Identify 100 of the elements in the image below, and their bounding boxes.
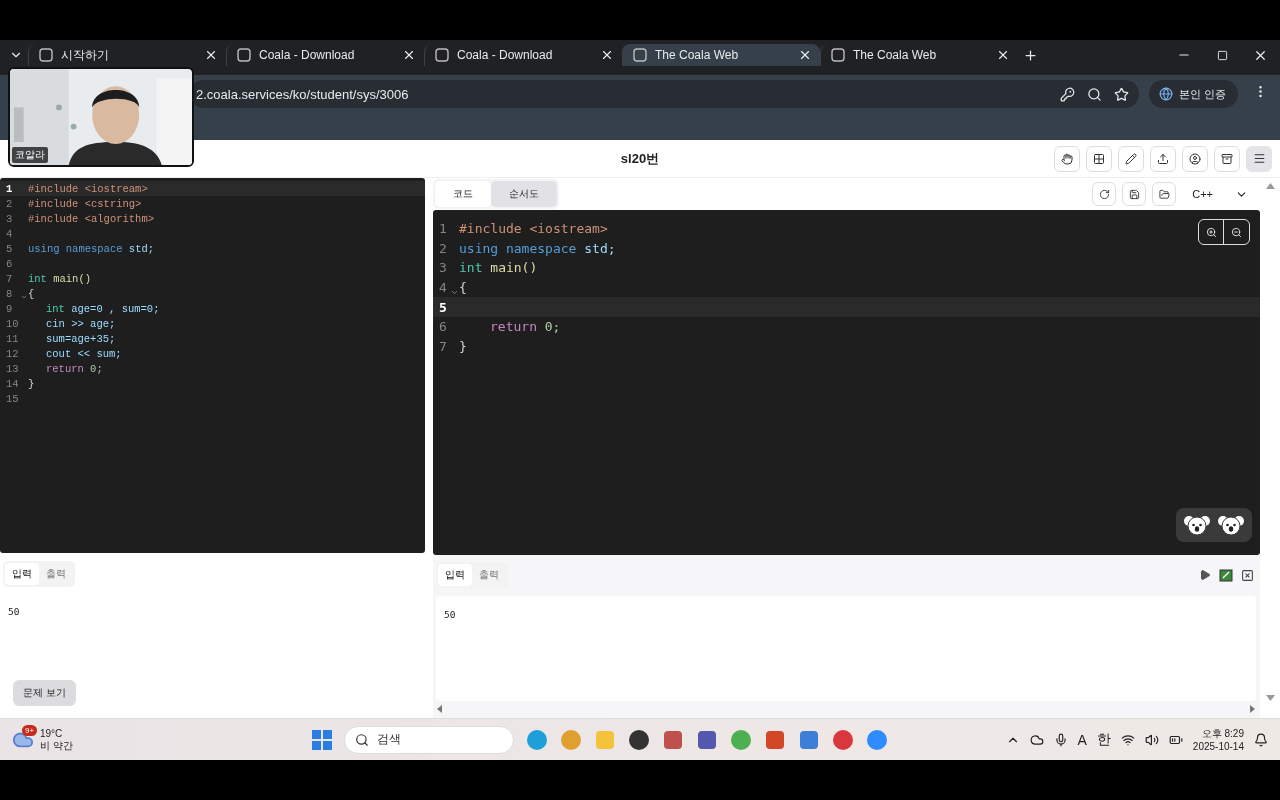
io-tab[interactable]: 입력 — [5, 563, 39, 585]
globe-icon — [1158, 87, 1173, 101]
cloud-icon[interactable] — [1029, 732, 1044, 747]
line-number: 4 — [5, 227, 14, 240]
bell-icon[interactable] — [1254, 732, 1268, 747]
view-tab[interactable]: 순서도 — [491, 181, 557, 207]
menu-button[interactable] — [1246, 145, 1272, 172]
line-number: 5 — [438, 299, 448, 315]
tab-favicon-icon — [237, 48, 251, 62]
archive-icon[interactable] — [1221, 152, 1233, 165]
line-number: 12 — [5, 347, 20, 360]
line-number: 6 — [438, 319, 448, 335]
line-number: 13 — [5, 362, 20, 375]
zoom-out-icon[interactable] — [1231, 226, 1242, 238]
browser-tab[interactable]: 시작하기 — [28, 44, 226, 66]
weather-text: 비 약간 — [40, 739, 73, 752]
language-indicator[interactable]: 한 — [1096, 730, 1111, 749]
search-icon[interactable] — [355, 732, 369, 747]
io-tab[interactable]: 입력 — [438, 564, 472, 586]
koala-icon[interactable] — [1218, 514, 1244, 536]
fold-chevron-icon[interactable] — [20, 293, 28, 301]
code-line: #include <cstring> — [28, 197, 142, 210]
close-icon[interactable] — [996, 48, 1010, 62]
line-number: 1 — [5, 182, 14, 195]
view-problem-button[interactable]: 문제 보기 — [13, 680, 76, 706]
close-icon[interactable] — [600, 48, 614, 62]
line-number: 2 — [5, 197, 14, 210]
hand-button[interactable] — [1054, 145, 1080, 172]
mic-icon[interactable] — [1053, 732, 1068, 747]
upload-icon[interactable] — [1157, 152, 1169, 165]
page-title: sl20번 — [620, 149, 660, 168]
reset-icon[interactable] — [1098, 188, 1110, 200]
code-line: using namespace std; — [459, 240, 616, 256]
language-select[interactable]: C++ — [1182, 187, 1254, 201]
koala-icon[interactable] — [1184, 514, 1210, 536]
clock-date[interactable]: 2025-10-14 — [1192, 739, 1244, 753]
save-icon[interactable] — [1128, 188, 1140, 200]
line-number: 8 — [5, 287, 14, 300]
app-icon[interactable] — [696, 728, 718, 751]
code-line: { — [28, 287, 35, 300]
scroll-left-icon[interactable] — [436, 705, 444, 713]
tab-favicon-icon — [831, 48, 845, 62]
hand-icon[interactable] — [1061, 152, 1073, 165]
play-icon[interactable] — [1199, 569, 1211, 581]
maximize-icon[interactable] — [1216, 49, 1228, 61]
close-icon[interactable] — [204, 48, 218, 62]
browser-tab[interactable]: The Coala Web — [622, 44, 820, 66]
line-number: 4 — [438, 280, 448, 296]
scroll-right-icon[interactable] — [1248, 705, 1256, 713]
browser-tab[interactable]: The Coala Web — [820, 44, 1018, 66]
code-line: #include <iostream> — [459, 221, 608, 237]
webcam-caption: 코알라 — [12, 147, 48, 163]
menu-icon[interactable] — [1252, 152, 1266, 165]
volume-icon[interactable] — [1144, 732, 1159, 747]
scroll-up-icon[interactable] — [1265, 182, 1275, 190]
app-icon[interactable] — [628, 728, 650, 751]
user-button[interactable] — [1182, 145, 1208, 172]
scroll-down-icon[interactable] — [1265, 694, 1275, 702]
pencil-button[interactable] — [1118, 145, 1144, 172]
code-line: return 0; — [490, 319, 561, 335]
reset-button[interactable] — [1092, 182, 1117, 206]
line-number: 7 — [5, 272, 14, 285]
start-icon[interactable] — [312, 729, 332, 750]
input-field[interactable]: 50 — [436, 596, 1256, 701]
io-tab[interactable]: 출력 — [39, 563, 73, 585]
export-icon[interactable] — [1219, 568, 1233, 582]
wifi-icon[interactable] — [1120, 732, 1135, 747]
grid-button[interactable] — [1086, 145, 1112, 172]
line-number: 6 — [5, 257, 14, 270]
folder-icon[interactable] — [1158, 188, 1170, 200]
star-icon[interactable] — [1113, 86, 1129, 102]
upload-button[interactable] — [1150, 145, 1176, 172]
save-button[interactable] — [1122, 182, 1147, 206]
grid-icon[interactable] — [1093, 152, 1105, 165]
zoom-in-icon[interactable] — [1205, 226, 1217, 238]
folder-button[interactable] — [1152, 182, 1177, 206]
code-line: cin >> age; — [46, 317, 116, 330]
clock-time[interactable]: 오후 8:29 — [1201, 726, 1244, 740]
browser-tab[interactable]: Coala - Download — [226, 44, 424, 66]
user-icon[interactable] — [1189, 152, 1201, 165]
line-number: 10 — [5, 317, 20, 330]
clear-icon[interactable] — [1241, 568, 1254, 582]
key-icon[interactable] — [1059, 86, 1075, 102]
close-icon[interactable] — [402, 48, 416, 62]
line-number: 3 — [438, 260, 448, 276]
code-line: cout << sum; — [46, 347, 122, 360]
pencil-icon[interactable] — [1125, 152, 1137, 165]
io-tab[interactable]: 출력 — [472, 564, 506, 586]
code-line: sum=age+35; — [46, 332, 116, 345]
code-editor[interactable]: 1 #include <iostream> 2 using namespace std; 3 int main() 4 { 5 6 return 0; 7 } — [433, 210, 1260, 555]
line-number: 7 — [438, 338, 448, 354]
close-icon[interactable] — [798, 48, 812, 62]
code-line: #include <algorithm> — [28, 212, 155, 225]
view-tab[interactable]: 코드 — [435, 181, 491, 207]
input-mode-indicator[interactable]: A — [1077, 731, 1087, 748]
line-number: 14 — [5, 377, 20, 390]
zoom-icon[interactable] — [1086, 86, 1102, 102]
archive-button[interactable] — [1214, 145, 1240, 172]
taskbar-search[interactable]: 검색 — [344, 725, 514, 754]
verify-button[interactable]: 본인 인증 — [1148, 80, 1238, 108]
